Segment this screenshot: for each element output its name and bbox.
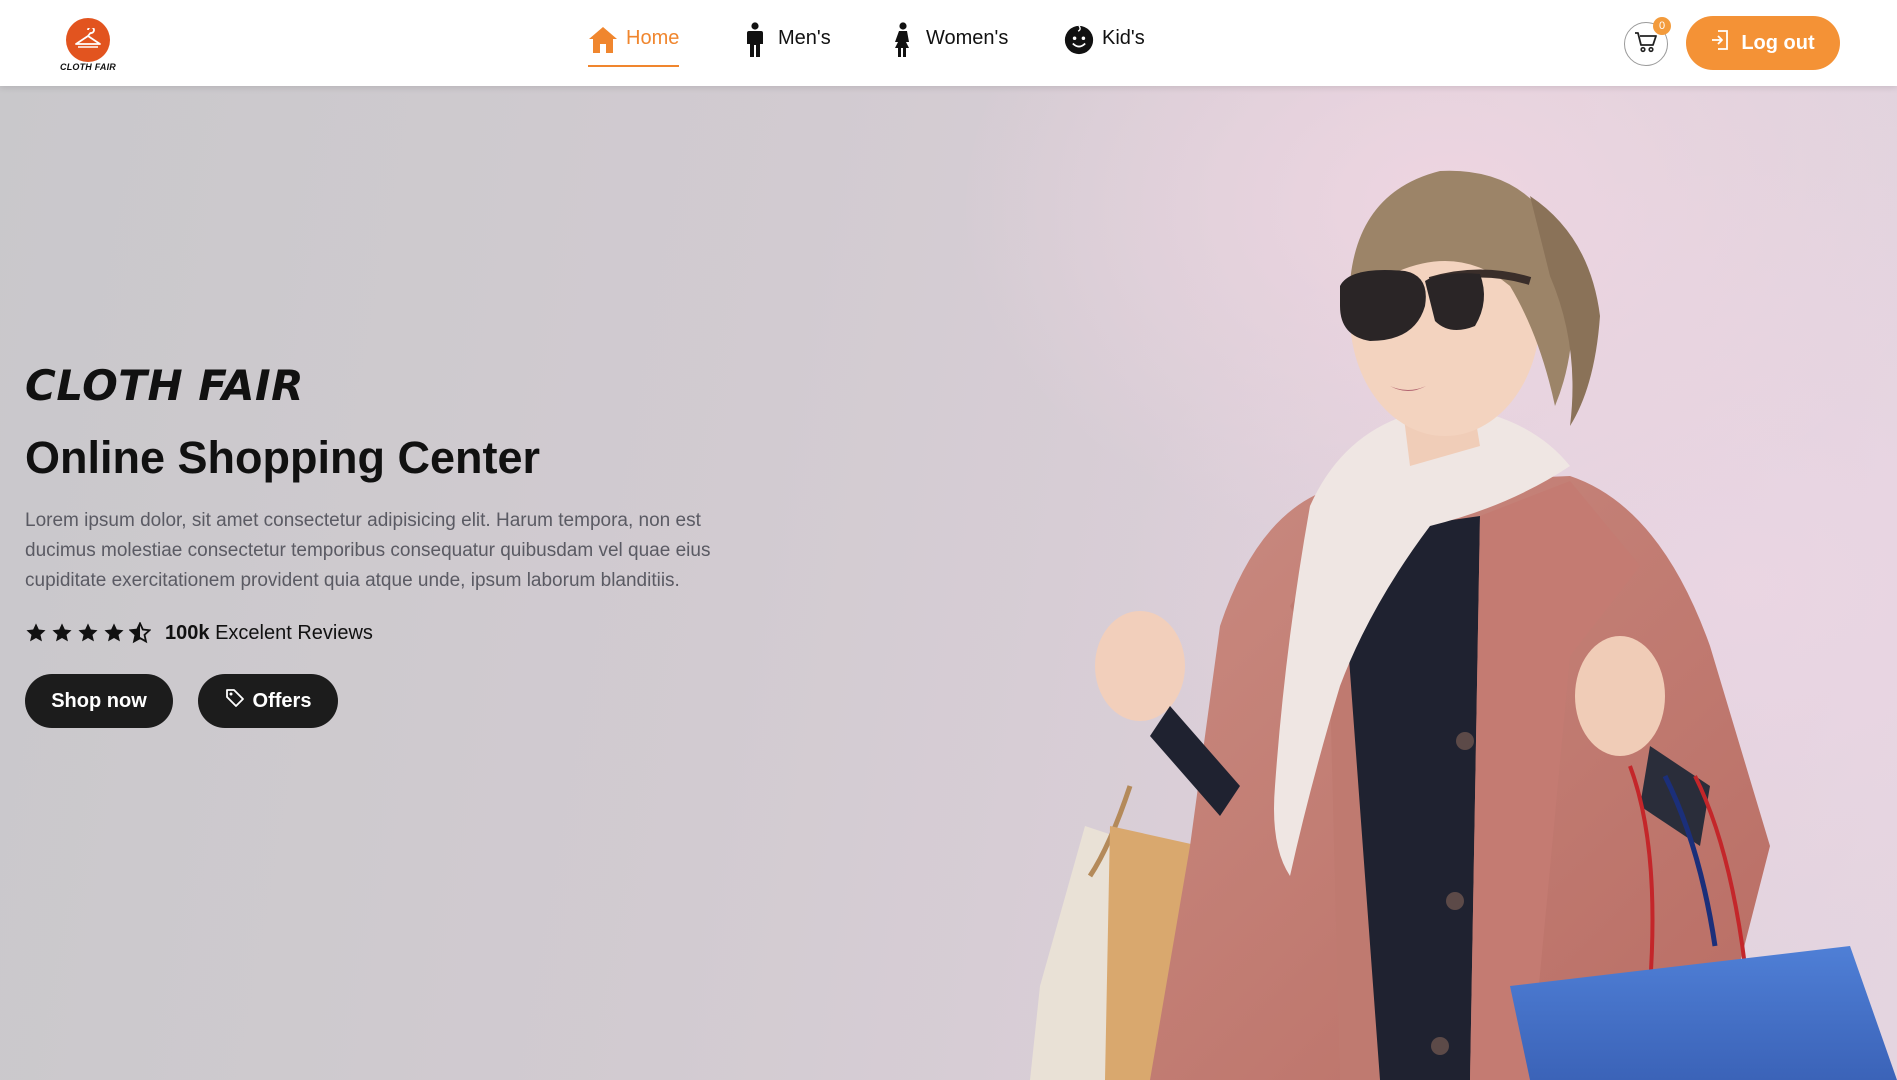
brand-logo[interactable]: CLOTH FAIR xyxy=(58,14,118,74)
nav-kids-label: Kid's xyxy=(1102,27,1145,49)
nav-womens[interactable]: Women's xyxy=(888,18,1008,68)
star-rating xyxy=(25,622,151,644)
hero-heading: Online Shopping Center xyxy=(25,432,540,483)
hero-content: CLOTH FAIR Online Shopping Center Lorem … xyxy=(25,362,785,728)
nav-mens-label: Men's xyxy=(778,27,831,49)
hanger-logo-icon xyxy=(66,18,110,62)
shop-now-button[interactable]: Shop now xyxy=(25,674,173,728)
star-icon xyxy=(78,623,98,642)
offers-label: Offers xyxy=(252,689,312,712)
woman-shopping-photo xyxy=(1030,170,1897,1080)
reviews-label: Excelent Reviews xyxy=(215,621,373,644)
nav-home-label: Home xyxy=(626,27,680,49)
shop-now-label: Shop now xyxy=(51,689,147,712)
hero-section: CLOTH FAIR Online Shopping Center Lorem … xyxy=(0,86,1897,1080)
hero-description: Lorem ipsum dolor, sit amet consectetur … xyxy=(25,510,711,591)
hero-buttons: Shop now Offers xyxy=(25,674,785,728)
woman-icon xyxy=(888,22,918,58)
tag-icon xyxy=(225,688,245,714)
star-icon xyxy=(52,623,72,642)
kid-face-icon xyxy=(1064,22,1094,58)
navbar: CLOTH FAIR Home Men's Women's Kid's 0 Lo… xyxy=(0,0,1897,86)
logout-label: Log out xyxy=(1741,31,1815,54)
logo-text: CLOTH FAIR xyxy=(60,62,116,72)
star-icon xyxy=(26,623,46,642)
rating-row: 100k Excelent Reviews xyxy=(25,620,785,646)
reviews-text: 100k Excelent Reviews xyxy=(165,622,373,645)
reviews-count: 100k xyxy=(165,621,210,644)
nav-mens[interactable]: Men's xyxy=(740,18,831,68)
hero-brand-title: CLOTH FAIR xyxy=(25,361,304,410)
half-star-icon xyxy=(129,622,151,644)
nav-womens-label: Women's xyxy=(926,27,1009,49)
logout-icon xyxy=(1711,30,1729,56)
star-icon xyxy=(104,623,124,642)
nav-kids[interactable]: Kid's xyxy=(1064,18,1145,68)
man-icon xyxy=(740,22,770,58)
nav-home[interactable]: Home xyxy=(588,18,680,67)
cart-button[interactable]: 0 xyxy=(1624,17,1671,66)
offers-button[interactable]: Offers xyxy=(198,674,338,728)
cart-icon xyxy=(1634,31,1658,58)
home-icon xyxy=(588,22,618,58)
cart-count-badge: 0 xyxy=(1653,17,1671,35)
logout-button[interactable]: Log out xyxy=(1686,16,1840,70)
